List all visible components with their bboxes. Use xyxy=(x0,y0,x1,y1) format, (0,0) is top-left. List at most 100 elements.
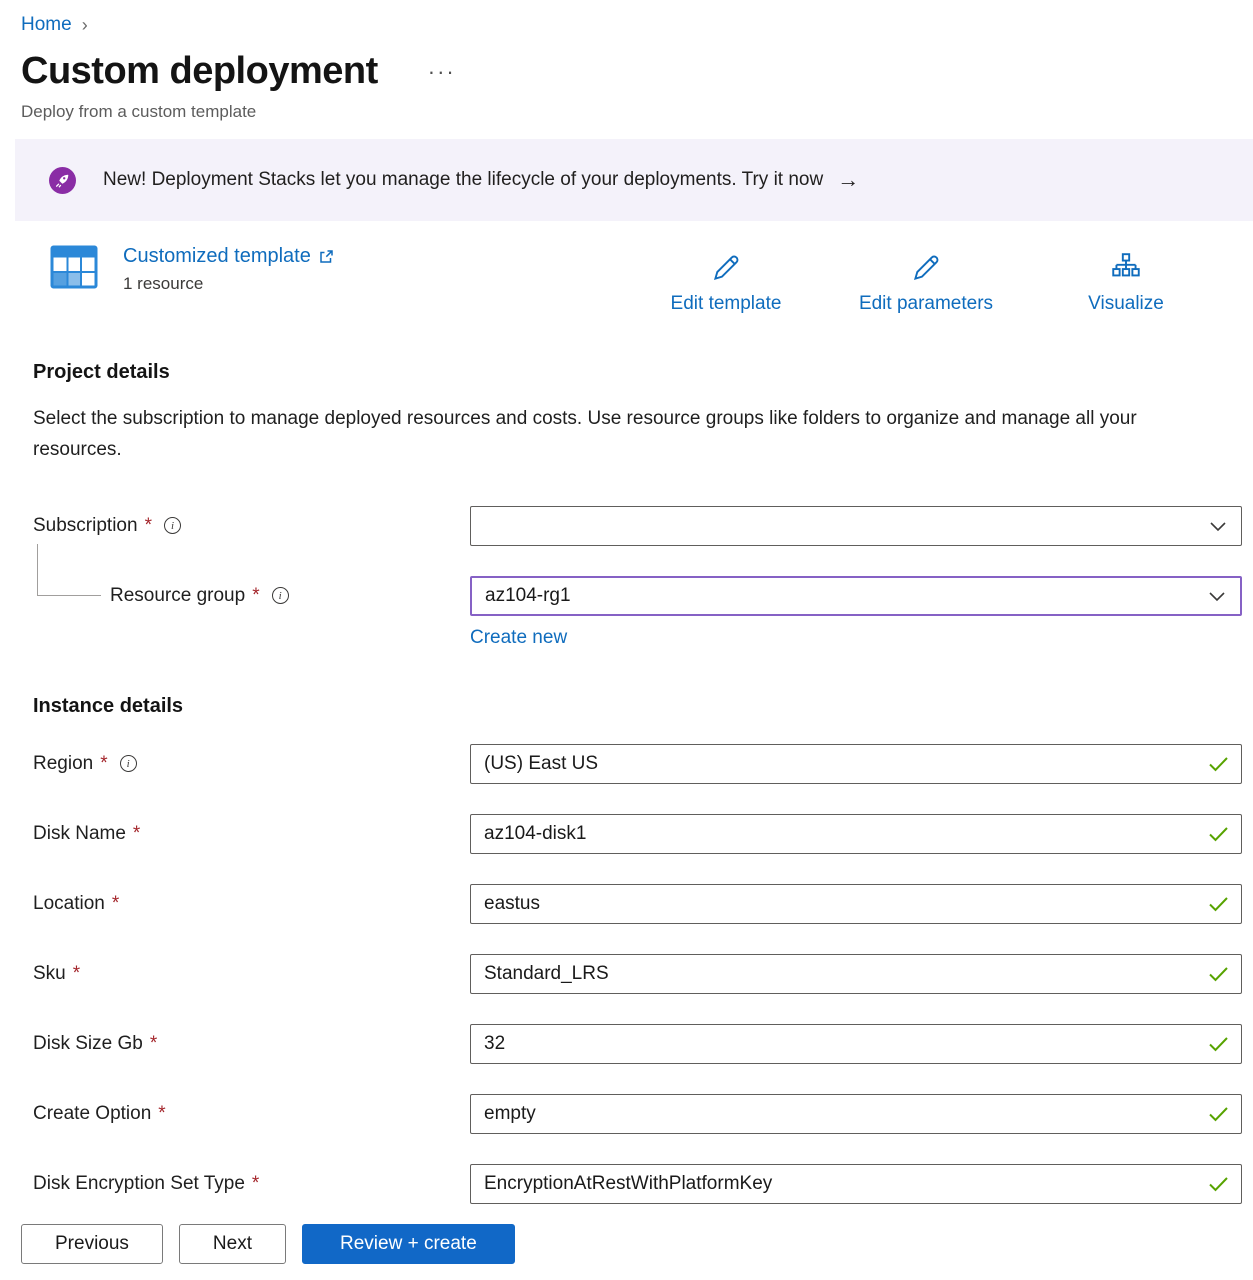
instance-details-heading: Instance details xyxy=(33,695,1253,718)
rocket-icon xyxy=(49,167,76,194)
required-marker: * xyxy=(252,1173,259,1195)
footer-action-bar: Previous Next Review + create xyxy=(0,1208,1253,1280)
required-marker: * xyxy=(150,1033,157,1055)
banner-message: New! Deployment Stacks let you manage th… xyxy=(103,169,823,191)
customized-template-link[interactable]: Customized template xyxy=(123,245,334,268)
region-field-row: Region * (US) East US xyxy=(33,744,1253,784)
create-option-label-group: Create Option * xyxy=(33,1103,470,1125)
disk-encryption-set-type-field-row: Disk Encryption Set Type * EncryptionAtR… xyxy=(33,1164,1253,1204)
template-resource-count: 1 resource xyxy=(123,274,334,294)
subscription-label-group: Subscription * xyxy=(33,515,470,537)
disk-encryption-set-type-input[interactable]: EncryptionAtRestWithPlatformKey xyxy=(470,1164,1242,1204)
template-name-label: Customized template xyxy=(123,245,311,268)
pencil-icon xyxy=(909,251,943,285)
project-details-description: Select the subscription to manage deploy… xyxy=(33,403,1198,466)
disk-encryption-set-type-label-group: Disk Encryption Set Type * xyxy=(33,1173,470,1195)
valid-check-icon xyxy=(1208,1106,1229,1122)
review-create-button[interactable]: Review + create xyxy=(302,1224,515,1264)
edit-template-label: Edit template xyxy=(671,293,782,315)
create-new-link[interactable]: Create new xyxy=(470,627,567,649)
disk-name-value: az104-disk1 xyxy=(471,823,1208,845)
edit-parameters-label: Edit parameters xyxy=(859,293,993,315)
location-field-row: Location * eastus xyxy=(33,884,1253,924)
location-value: eastus xyxy=(471,893,1208,915)
disk-size-gb-input[interactable]: 32 xyxy=(470,1024,1242,1064)
location-input[interactable]: eastus xyxy=(470,884,1242,924)
breadcrumb-chevron-icon: › xyxy=(82,15,88,36)
template-actions: Edit template Edit parameters xyxy=(626,245,1226,315)
valid-check-icon xyxy=(1208,756,1229,772)
region-label: Region xyxy=(33,753,93,775)
disk-size-gb-label: Disk Size Gb xyxy=(33,1033,143,1055)
template-grid-icon xyxy=(50,245,98,289)
hierarchy-icon xyxy=(1109,251,1143,285)
valid-check-icon xyxy=(1208,826,1229,842)
sku-label-group: Sku * xyxy=(33,963,470,985)
project-details-heading: Project details xyxy=(33,361,1253,384)
required-marker: * xyxy=(252,585,259,607)
location-label-group: Location * xyxy=(33,893,470,915)
required-marker: * xyxy=(145,515,152,537)
external-link-icon xyxy=(318,249,334,265)
chevron-down-icon xyxy=(1207,587,1227,605)
disk-size-gb-field-row: Disk Size Gb * 32 xyxy=(33,1024,1253,1064)
resource-group-field-row: Resource group * az104-rg1 xyxy=(33,576,1253,616)
create-option-value: empty xyxy=(471,1103,1208,1125)
chevron-down-icon xyxy=(1208,517,1228,535)
region-label-group: Region * xyxy=(33,753,470,775)
page-title: Custom deployment xyxy=(21,50,378,93)
tree-connector-line xyxy=(37,544,101,596)
region-value: (US) East US xyxy=(471,753,1208,775)
required-marker: * xyxy=(133,823,140,845)
disk-encryption-set-type-label: Disk Encryption Set Type xyxy=(33,1173,245,1195)
disk-size-gb-value: 32 xyxy=(471,1033,1208,1055)
sku-value: Standard_LRS xyxy=(471,963,1208,985)
valid-check-icon xyxy=(1208,896,1229,912)
subscription-field-row: Subscription * xyxy=(33,506,1253,546)
disk-size-gb-label-group: Disk Size Gb * xyxy=(33,1033,470,1055)
required-marker: * xyxy=(100,753,107,775)
edit-template-button[interactable]: Edit template xyxy=(626,245,826,315)
page-header: Custom deployment ··· xyxy=(21,50,1253,93)
location-label: Location xyxy=(33,893,105,915)
pencil-icon xyxy=(709,251,743,285)
edit-parameters-button[interactable]: Edit parameters xyxy=(826,245,1026,315)
sku-input[interactable]: Standard_LRS xyxy=(470,954,1242,994)
deployment-stacks-banner: New! Deployment Stacks let you manage th… xyxy=(15,139,1253,221)
required-marker: * xyxy=(73,963,80,985)
visualize-button[interactable]: Visualize xyxy=(1026,245,1226,315)
visualize-label: Visualize xyxy=(1088,293,1164,315)
overflow-menu-icon[interactable]: ··· xyxy=(428,59,456,85)
required-marker: * xyxy=(158,1103,165,1125)
template-section: Customized template 1 resource Edit temp… xyxy=(50,245,1238,315)
next-button[interactable]: Next xyxy=(179,1224,286,1264)
valid-check-icon xyxy=(1208,966,1229,982)
region-input[interactable]: (US) East US xyxy=(470,744,1242,784)
info-icon[interactable] xyxy=(120,755,137,772)
create-option-label: Create Option xyxy=(33,1103,151,1125)
disk-name-label-group: Disk Name * xyxy=(33,823,470,845)
breadcrumb-home-link[interactable]: Home xyxy=(21,14,72,36)
disk-name-field-row: Disk Name * az104-disk1 xyxy=(33,814,1253,854)
required-marker: * xyxy=(112,893,119,915)
info-icon[interactable] xyxy=(164,517,181,534)
subscription-dropdown[interactable] xyxy=(470,506,1242,546)
info-icon[interactable] xyxy=(272,587,289,604)
sku-field-row: Sku * Standard_LRS xyxy=(33,954,1253,994)
valid-check-icon xyxy=(1208,1176,1229,1192)
banner-arrow-icon[interactable]: → xyxy=(837,167,859,193)
disk-encryption-set-type-value: EncryptionAtRestWithPlatformKey xyxy=(471,1173,1208,1195)
create-option-input[interactable]: empty xyxy=(470,1094,1242,1134)
sku-label: Sku xyxy=(33,963,66,985)
template-info: Customized template 1 resource xyxy=(123,245,334,294)
breadcrumb: Home › xyxy=(0,0,1253,36)
resource-group-value: az104-rg1 xyxy=(472,585,1207,607)
disk-name-input[interactable]: az104-disk1 xyxy=(470,814,1242,854)
page-subtitle: Deploy from a custom template xyxy=(21,102,1253,122)
resource-group-dropdown[interactable]: az104-rg1 xyxy=(470,576,1242,616)
create-option-field-row: Create Option * empty xyxy=(33,1094,1253,1134)
resource-group-label: Resource group xyxy=(110,585,245,607)
valid-check-icon xyxy=(1208,1036,1229,1052)
previous-button[interactable]: Previous xyxy=(21,1224,163,1264)
subscription-label: Subscription xyxy=(33,515,138,537)
